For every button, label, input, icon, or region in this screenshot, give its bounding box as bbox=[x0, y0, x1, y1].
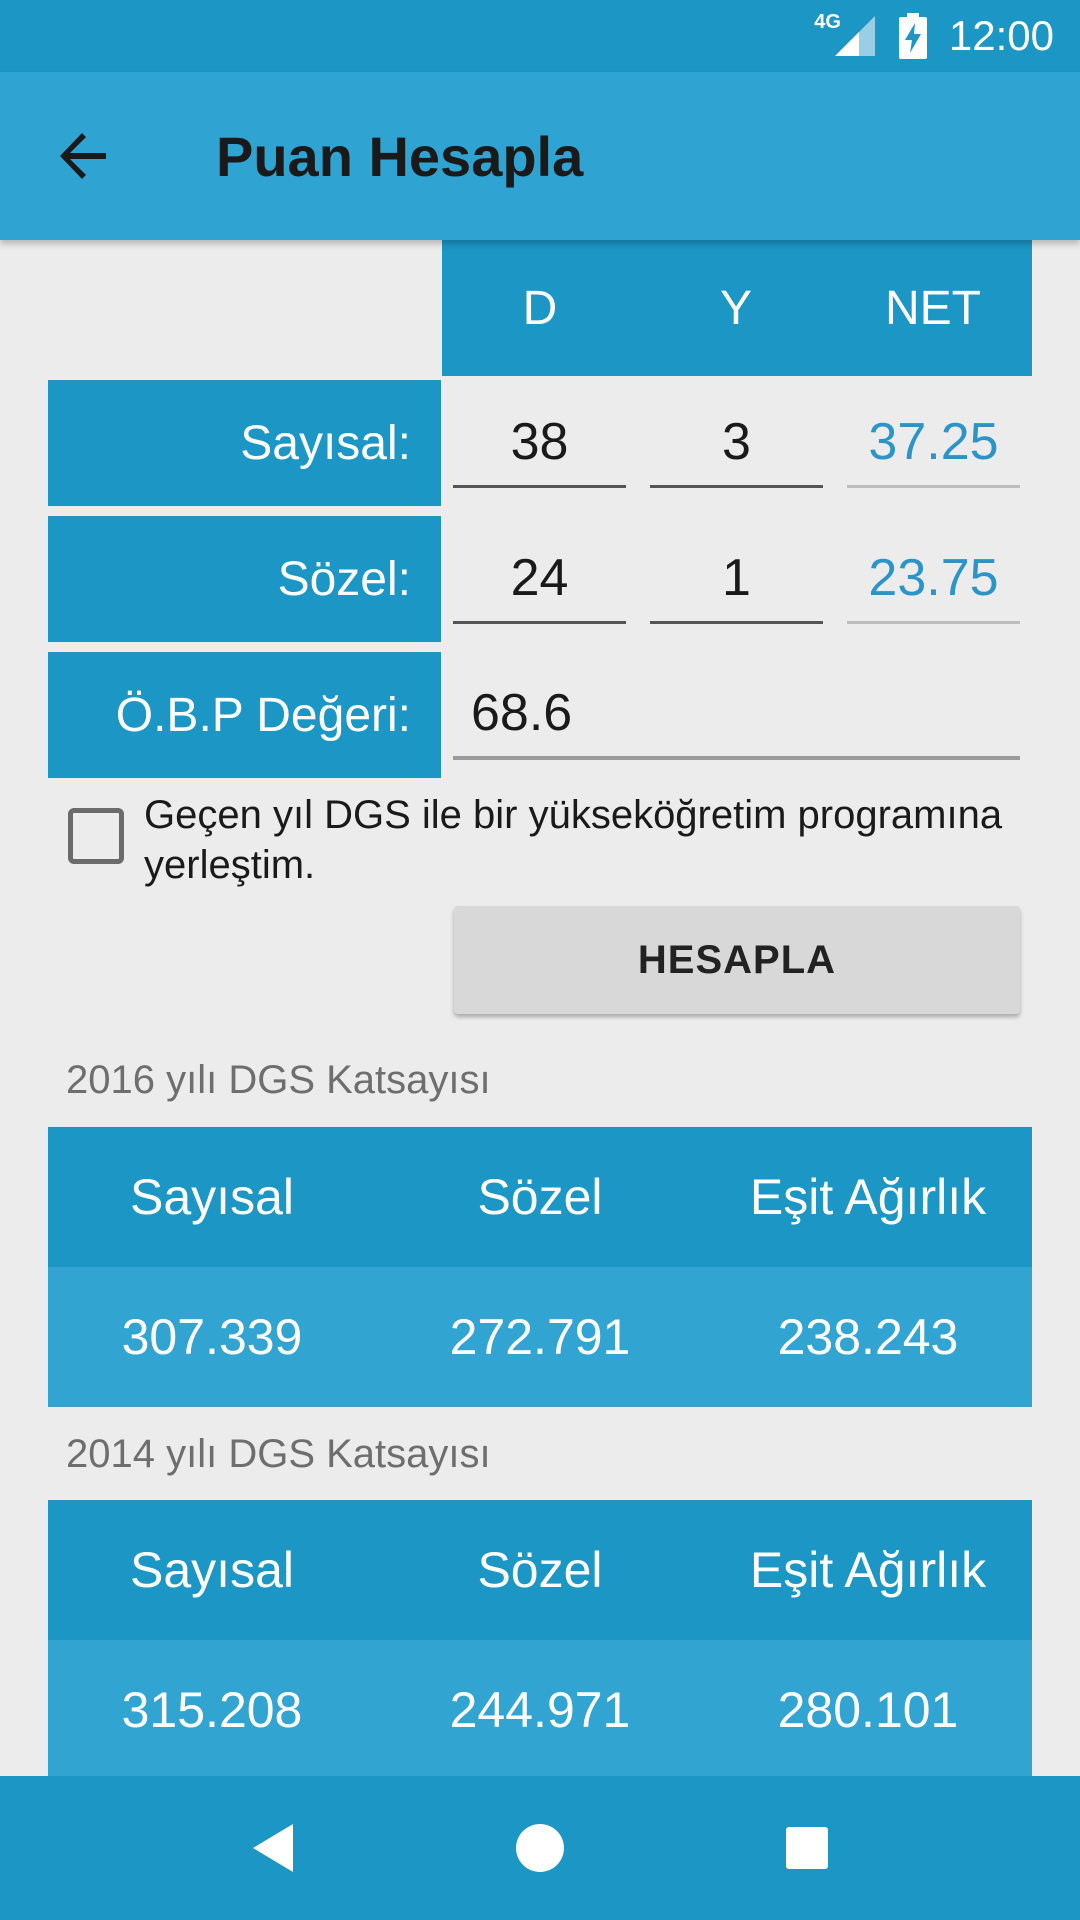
header-net: NET bbox=[885, 281, 981, 335]
sayisal-y-input[interactable]: 3 bbox=[650, 398, 823, 488]
nav-home-button[interactable] bbox=[492, 1800, 588, 1896]
coef-2016-values: 307.339 272.791 238.243 bbox=[48, 1267, 1032, 1407]
row-label-sozel: Sözel: bbox=[48, 516, 441, 642]
coef-2014-header-sozel: Sözel bbox=[477, 1542, 603, 1598]
nav-recents-button[interactable] bbox=[759, 1800, 855, 1896]
coef-2016-header-sozel: Sözel bbox=[477, 1169, 603, 1225]
row-label-sayisal: Sayısal: bbox=[48, 380, 441, 506]
network-type: 4G bbox=[814, 10, 841, 33]
previous-year-checkbox[interactable] bbox=[68, 808, 124, 864]
back-button[interactable] bbox=[36, 108, 132, 204]
navigation-bar bbox=[0, 1776, 1080, 1920]
coef-2016-header: Sayısal Sözel Eşit Ağırlık bbox=[48, 1127, 1032, 1267]
coef-2016-header-esit: Eşit Ağırlık bbox=[749, 1169, 987, 1225]
coef-2014-value-sayisal: 315.208 bbox=[121, 1682, 303, 1738]
header-d: D bbox=[522, 281, 558, 335]
header-y: Y bbox=[719, 281, 752, 335]
nav-back-button[interactable] bbox=[225, 1800, 321, 1896]
sayisal-net-value: 37.25 bbox=[847, 398, 1020, 488]
battery-indicator bbox=[898, 13, 927, 59]
coef-2014-title: 2014 yılı DGS Katsayısı bbox=[66, 1432, 491, 1476]
coef-2014-header-sayisal: Sayısal bbox=[130, 1542, 294, 1598]
coef-2016-value-esit: 238.243 bbox=[777, 1309, 959, 1365]
sayisal-d-input[interactable]: 38 bbox=[453, 398, 626, 488]
app-bar: Puan Hesapla bbox=[0, 72, 1080, 240]
coef-2014-header-esit: Eşit Ağırlık bbox=[749, 1542, 987, 1598]
coef-2016-value-sayisal: 307.339 bbox=[121, 1309, 303, 1365]
arrow-left-icon bbox=[60, 133, 106, 179]
square-recents-icon bbox=[785, 1827, 828, 1869]
obp-input[interactable]: 68.6 bbox=[453, 670, 1020, 760]
triangle-back-icon bbox=[253, 1824, 294, 1872]
battery-charging-icon bbox=[898, 13, 927, 59]
coef-2014-value-esit: 280.101 bbox=[777, 1682, 959, 1738]
coef-2016-value-sozel: 272.791 bbox=[449, 1309, 631, 1365]
sozel-d-input[interactable]: 24 bbox=[453, 534, 626, 624]
status-time: 12:00 bbox=[948, 12, 1054, 59]
hesapla-button[interactable]: HESAPLA bbox=[454, 906, 1020, 1014]
status-bar: 4G 12:00 bbox=[0, 0, 1080, 72]
circle-home-icon bbox=[515, 1824, 564, 1872]
sozel-net-value: 23.75 bbox=[847, 534, 1020, 624]
coef-2014-value-sozel: 244.971 bbox=[449, 1682, 631, 1738]
coef-2016-title: 2016 yılı DGS Katsayısı bbox=[66, 1058, 491, 1102]
score-table-header: D Y NET bbox=[442, 240, 1032, 376]
sozel-y-input[interactable]: 1 bbox=[650, 534, 823, 624]
coef-2014-values: 315.208 244.971 280.101 bbox=[48, 1640, 1032, 1780]
checkbox-label: Geçen yıl DGS ile bir yükseköğretim prog… bbox=[144, 793, 1003, 887]
page-title: Puan Hesapla bbox=[216, 124, 584, 188]
coef-2014-header: Sayısal Sözel Eşit Ağırlık bbox=[48, 1500, 1032, 1640]
row-label-obp: Ö.B.P Değeri: bbox=[48, 652, 441, 778]
signal-indicator: 4G bbox=[814, 10, 877, 58]
coef-2016-header-sayisal: Sayısal bbox=[130, 1169, 294, 1225]
